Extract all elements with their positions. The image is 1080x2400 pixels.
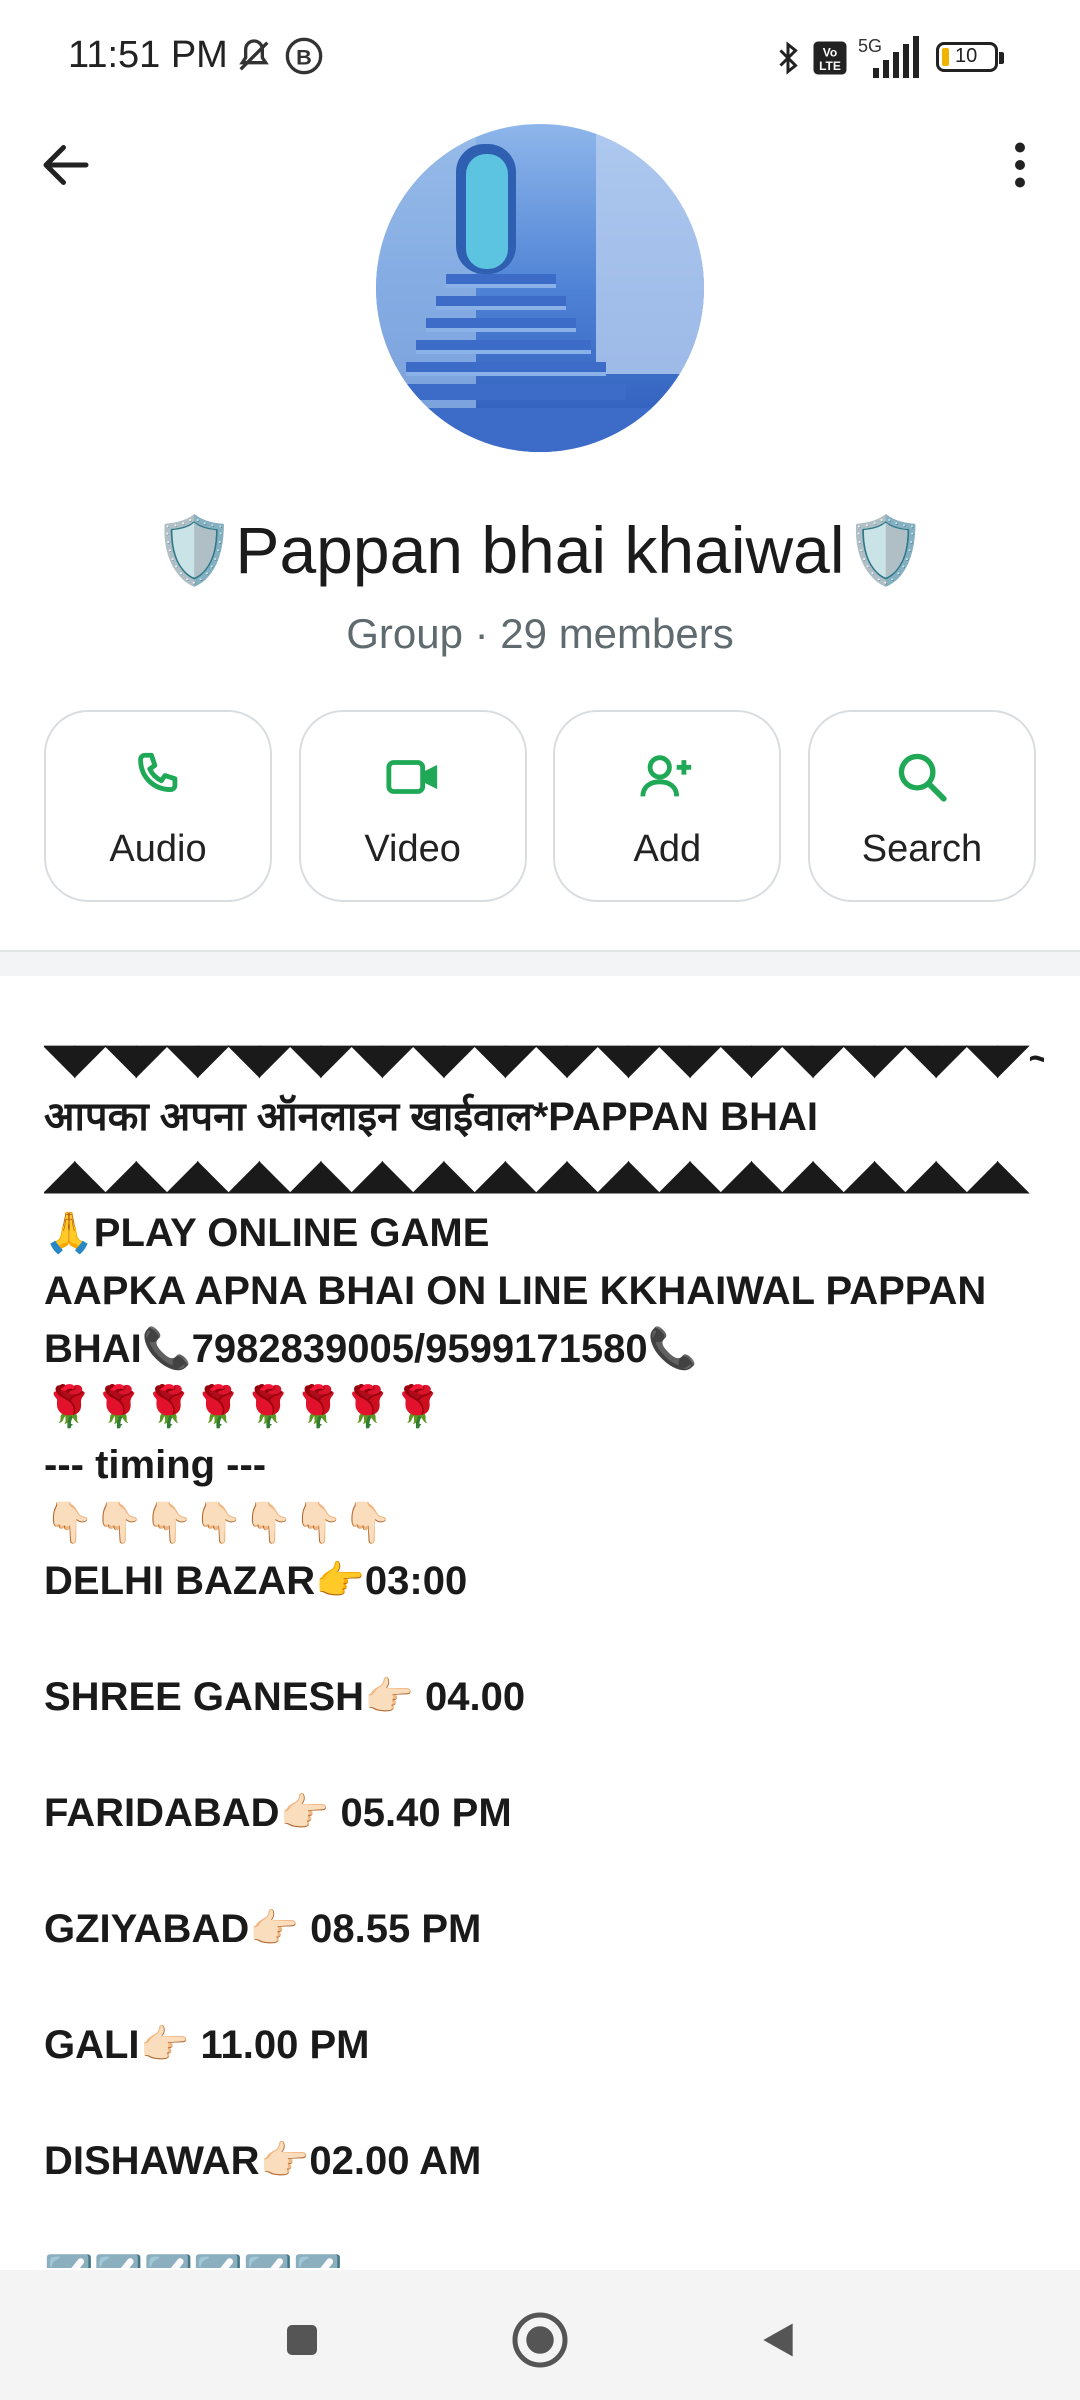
- svg-text:B: B: [296, 44, 312, 69]
- add-person-icon: [640, 755, 692, 797]
- bluetooth-icon: [779, 41, 798, 75]
- battery-level: 10: [955, 45, 978, 67]
- volte-icon: Vo LTE: [813, 41, 847, 75]
- status-bar: 11:51 PM B Vo LTE 5G 10: [0, 0, 1080, 118]
- back-button[interactable]: [36, 135, 96, 195]
- svg-text:LTE: LTE: [819, 59, 841, 73]
- group-avatar[interactable]: [376, 124, 704, 452]
- back-icon: [763, 2323, 793, 2357]
- video-icon: [386, 760, 437, 794]
- b-icon: B: [285, 37, 323, 75]
- svg-text:Vo: Vo: [823, 46, 837, 60]
- search-label: Search: [861, 828, 983, 870]
- navigation-bar: [0, 2270, 1080, 2400]
- signal-icon: [873, 36, 919, 78]
- recent-apps-button[interactable]: [272, 2310, 332, 2370]
- more-vertical-icon: [1015, 142, 1025, 188]
- home-button[interactable]: [510, 2310, 570, 2370]
- search-button[interactable]: Search: [807, 710, 1036, 902]
- mute-icon: [239, 39, 269, 71]
- audio-label: Audio: [109, 828, 207, 870]
- group-description: ◥◤◥◤◥◤◥◤◥◤◥◤◥◤◥◤◥◤◥◤◥◤◥◤◥◤◥◤◥◤◥◤~* आपका …: [44, 1037, 1044, 2268]
- battery-icon: 10: [936, 42, 1004, 72]
- video-label: Video: [364, 828, 461, 870]
- audio-call-button[interactable]: Audio: [44, 710, 272, 902]
- avatar-image: [376, 124, 704, 452]
- add-member-button[interactable]: Add: [553, 710, 782, 902]
- phone-icon: [138, 752, 178, 792]
- action-row: Audio Video Add Search: [44, 710, 1036, 906]
- arrow-left-icon: [43, 145, 89, 185]
- group-name: 🛡️Pappan bhai khaiwal🛡️: [153, 513, 927, 587]
- add-label: Add: [633, 828, 702, 870]
- section-divider: [0, 950, 1080, 976]
- nav-back-button[interactable]: [748, 2310, 808, 2370]
- recent-apps-icon: [287, 2325, 317, 2355]
- home-icon: [512, 2312, 568, 2368]
- group-subtitle: Group · 29 members: [346, 610, 734, 657]
- search-icon: [898, 753, 947, 802]
- more-options-button[interactable]: [990, 135, 1050, 195]
- status-time: 11:51 PM: [68, 34, 228, 76]
- video-call-button[interactable]: Video: [298, 710, 527, 902]
